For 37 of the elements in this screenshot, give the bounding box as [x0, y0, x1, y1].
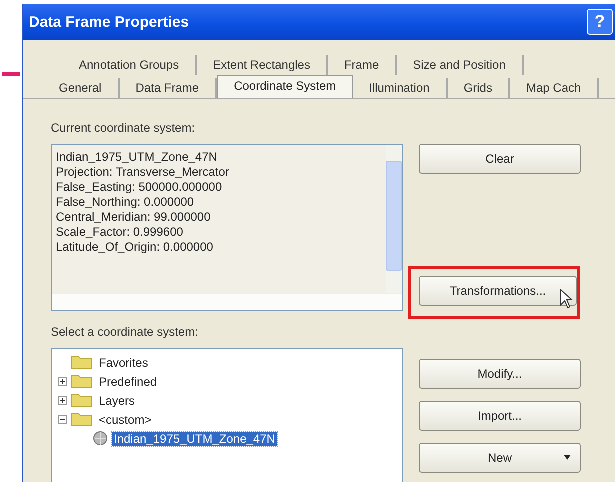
expand-icon[interactable]: [58, 377, 67, 386]
field-label: Select a coordinate system:: [51, 325, 200, 339]
text-line: Central_Meridian: 99.000000: [56, 210, 212, 225]
field-label: Current coordinate system:: [51, 121, 196, 135]
vertical-scrollbar[interactable]: [386, 145, 402, 293]
cursor-icon: [560, 289, 574, 309]
tree-item[interactable]: Favorites: [97, 356, 150, 370]
folder-icon: [71, 412, 93, 427]
tree-item[interactable]: Layers: [97, 394, 138, 408]
text-line: Indian_1975_UTM_Zone_47N: [56, 150, 218, 165]
caret-icon: [564, 455, 571, 460]
side-mark: [2, 72, 20, 76]
text-line: Scale_Factor: 0.999600: [56, 225, 184, 240]
folder-icon: [71, 393, 93, 408]
clear-button[interactable]: Clear: [419, 144, 581, 174]
expand-icon[interactable]: [58, 396, 67, 405]
collapse-icon[interactable]: [58, 415, 67, 424]
tree-item[interactable]: <custom>: [97, 412, 154, 426]
window-title: Data Frame Properties: [29, 14, 190, 30]
text-line: Projection: Transverse_Mercator: [56, 165, 230, 180]
text-line: False_Northing: 0.000000: [56, 195, 196, 210]
globe-icon: [93, 431, 108, 446]
button[interactable]: Modify...: [419, 359, 581, 389]
folder-icon: [71, 374, 93, 389]
tab[interactable]: Coordinate System: [217, 75, 354, 98]
horizontal-scrollbar[interactable]: [52, 293, 402, 310]
dropdown-button[interactable]: New: [419, 443, 581, 473]
transformations-button[interactable]: Transformations...: [419, 276, 577, 306]
tree-item[interactable]: Indian_1975_UTM_Zone_47N: [112, 432, 278, 446]
text-line: False_Easting: 500000.000000: [56, 180, 224, 195]
help-button[interactable]: ?: [587, 9, 613, 35]
coordinate-text-box[interactable]: Indian_1975_UTM_Zone_47N Projection: Transverse_Mercator False_Easting: 500000.000000 False_Northing: 0.000000 Central_Meridian: 99.000000 Scale_Factor: 0.999600 Latitude_Of_Origin: 0.000000: [51, 144, 403, 311]
tree-view[interactable]: Favorites Predefined Layers <custom> Indian_1975_UTM_Zone_47N: [51, 348, 403, 482]
tree-item[interactable]: Predefined: [97, 374, 160, 388]
button[interactable]: Import...: [419, 401, 581, 431]
folder-icon: [71, 355, 93, 370]
text-line: Latitude_Of_Origin: 0.000000: [56, 240, 214, 255]
